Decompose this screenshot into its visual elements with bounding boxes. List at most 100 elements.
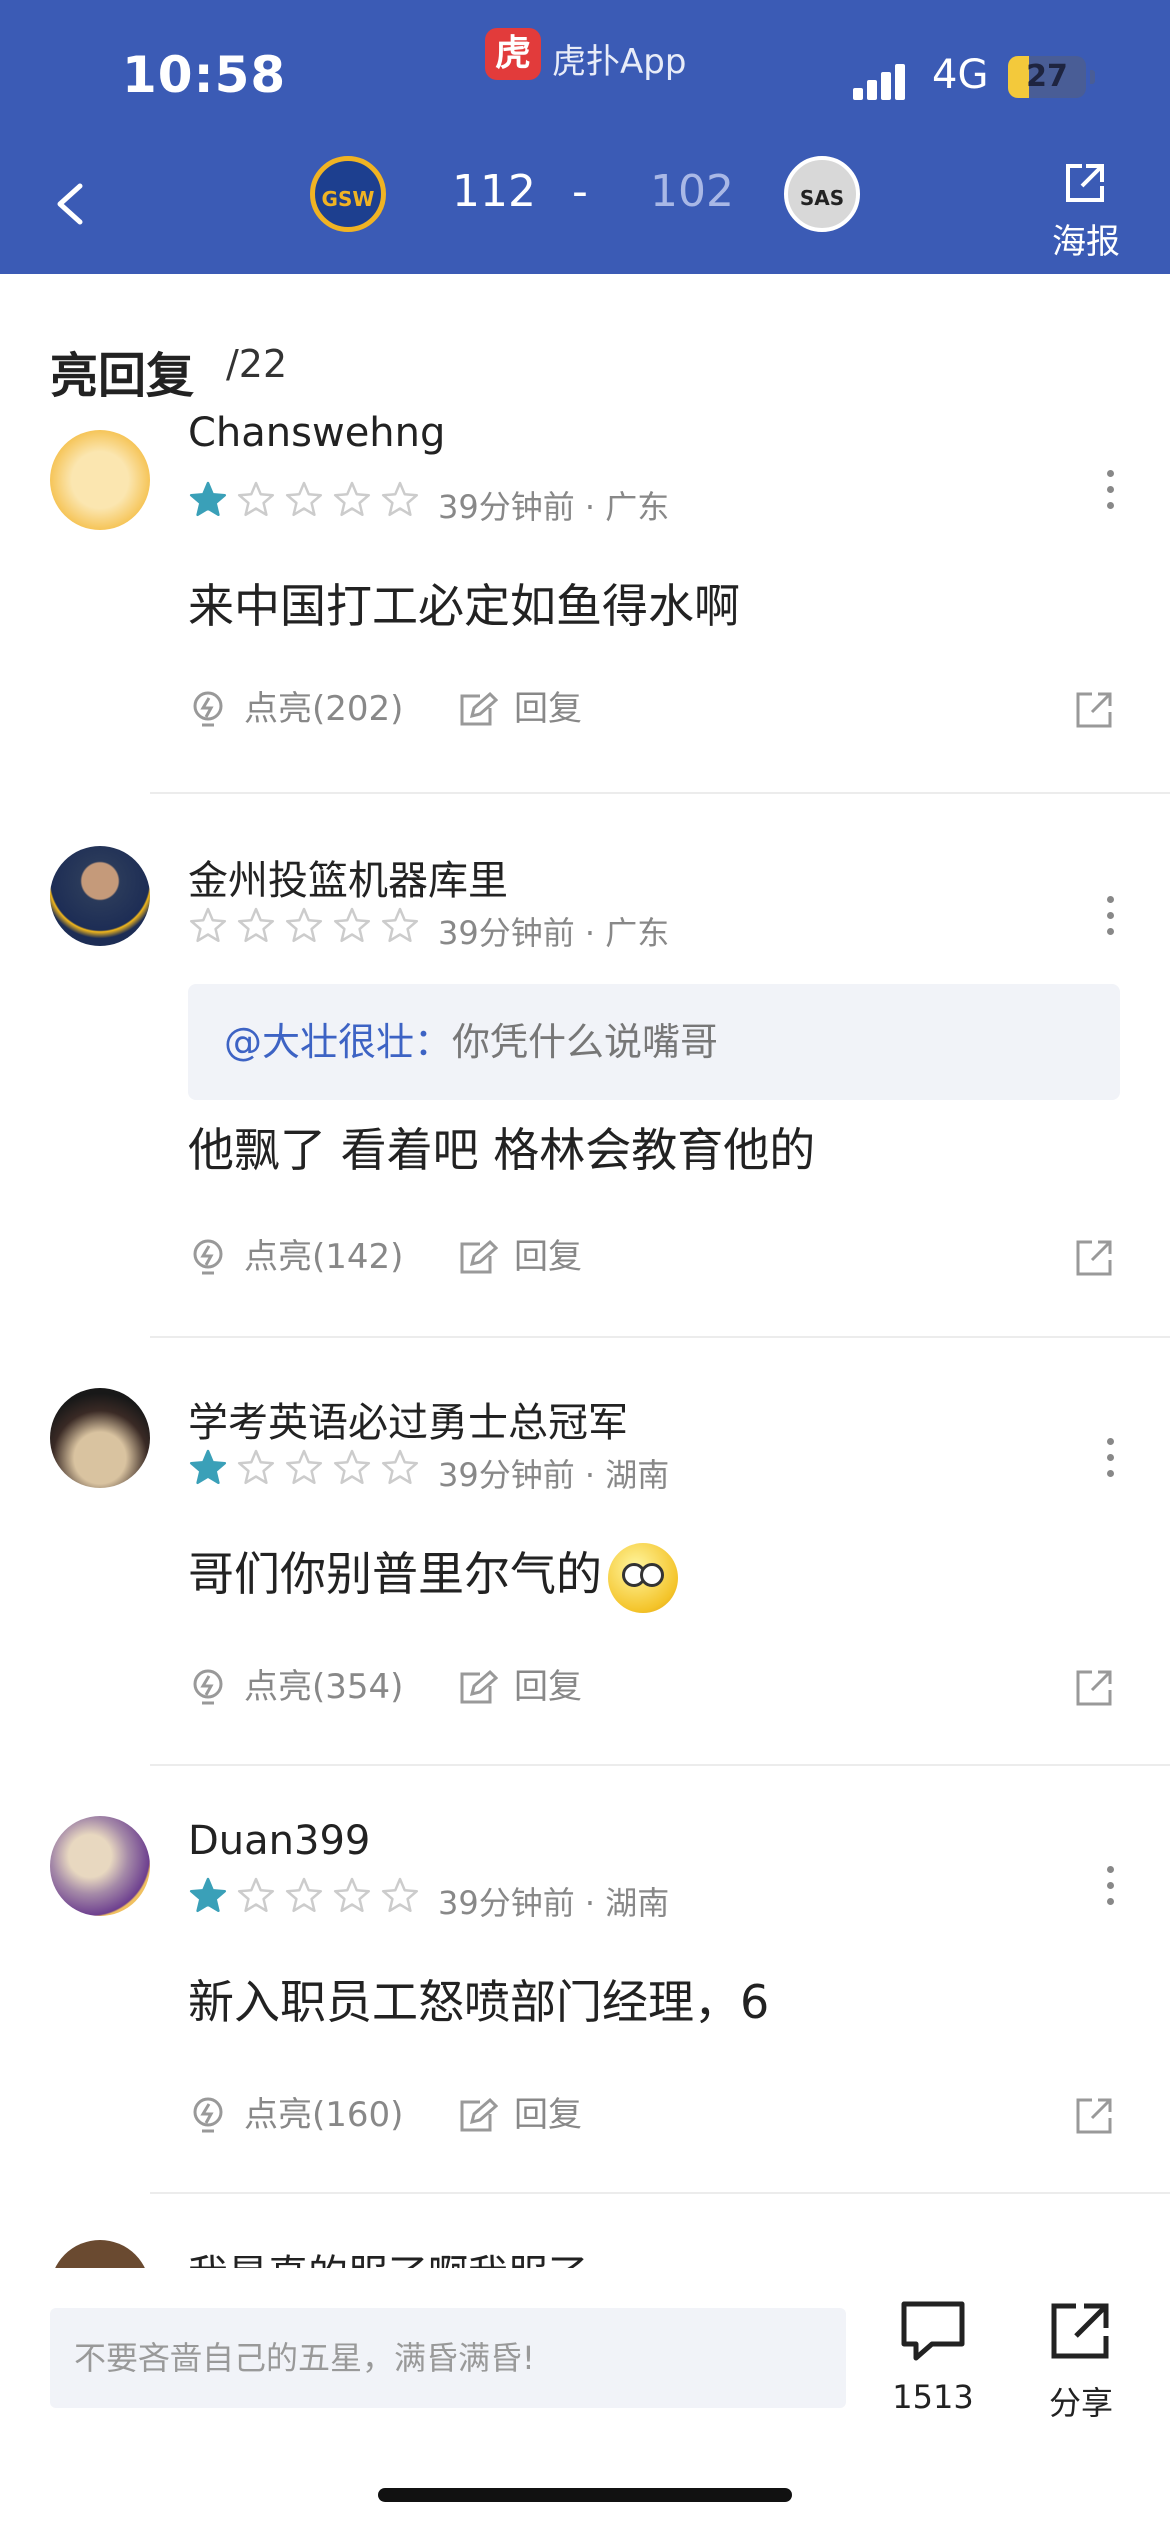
cellular-signal-icon (853, 60, 917, 100)
like-count: 点亮(142) (244, 1237, 404, 1277)
network-type: 4G (932, 52, 989, 98)
star-empty-icon (333, 481, 371, 517)
more-options-icon[interactable] (1100, 470, 1120, 526)
comment-meta: 39分钟前 · 湖南 (438, 1884, 670, 1922)
comment-meta: 39分钟前 · 广东 (438, 488, 670, 526)
star-empty-icon (285, 1877, 323, 1913)
comment-text: 新入职员工怒喷部门经理，6 (188, 1975, 770, 2029)
star-empty-icon (285, 481, 323, 517)
comment-input[interactable]: 不要吝啬自己的五星，满昏满昏! (50, 2308, 846, 2408)
comment-bubble-icon (901, 2301, 965, 2361)
comment-username[interactable]: 学考英语必过勇士总冠军 (188, 1390, 628, 1448)
comment-username[interactable]: 金州投篮机器库里 (188, 848, 508, 906)
star-empty-icon (333, 1877, 371, 1913)
star-rating (188, 906, 428, 946)
comment-divider (150, 792, 1170, 794)
star-empty-icon (237, 1449, 275, 1485)
share-comment-button[interactable] (1074, 684, 1118, 734)
lightbulb-icon (193, 691, 223, 727)
comment-actions: 点亮(160) 回复 (188, 2090, 1118, 2140)
away-score: 102 (650, 166, 734, 217)
comment-text-content: 哥们你别普里尔气的 (188, 1547, 602, 1601)
comment-item: Chanswehng 39分钟前 · 广东 来中国打工必定如鱼得水啊 点亮(20… (0, 410, 1170, 796)
battery-level: 27 (1026, 59, 1068, 94)
comment-actions: 点亮(354) 回复 (188, 1662, 1118, 1712)
quoted-reply[interactable]: @大壮很壮：你凭什么说嘴哥 (188, 984, 1120, 1100)
share-comment-button[interactable] (1074, 1662, 1118, 1712)
star-rating (188, 1448, 428, 1488)
comment-divider (150, 1336, 1170, 1338)
avatar[interactable] (50, 1388, 150, 1488)
comments-button[interactable]: 1513 (878, 2298, 988, 2448)
share-label: 分享 (1048, 2384, 1113, 2422)
avatar[interactable] (50, 2240, 150, 2270)
comment-username[interactable]: 我是真的服了啊我服了 (188, 2242, 588, 2270)
battery-icon: 27 (1008, 56, 1086, 98)
reply-label: 回复 (514, 2095, 582, 2135)
battery-tip (1090, 70, 1095, 84)
quote-text: 你凭什么说嘴哥 (452, 1020, 719, 1064)
share-out-icon (1076, 1670, 1112, 1706)
flushed-face-emoji-icon (608, 1542, 678, 1613)
more-options-icon[interactable] (1100, 1438, 1120, 1494)
avatar[interactable] (50, 1816, 150, 1916)
gsw-team-logo[interactable]: GSW (310, 156, 386, 232)
comment-username[interactable]: Duan399 (188, 1818, 370, 1864)
back-arrow-icon[interactable] (50, 180, 90, 228)
star-rating (188, 1876, 428, 1916)
poster-share-icon[interactable] (1062, 160, 1108, 206)
home-score: 112 (452, 166, 536, 217)
star-empty-icon (333, 1449, 371, 1485)
star-empty-icon (381, 481, 419, 517)
home-indicator[interactable] (378, 2488, 792, 2502)
comment-text: 他飘了 看着吧 格林会教育他的 (188, 1123, 816, 1177)
game-header: 10:58 虎 虎扑App 4G 27 GSW 112 - 102 SAS 海报 (0, 0, 1170, 274)
sas-team-logo[interactable]: SAS (784, 156, 860, 232)
star-filled-icon (189, 1449, 227, 1485)
comment-username[interactable]: Chanswehng (188, 410, 445, 456)
share-comment-button[interactable] (1074, 1232, 1118, 1282)
comment-count: 1513 (892, 2378, 974, 2416)
star-empty-icon (381, 907, 419, 943)
like-count: 点亮(160) (244, 2095, 404, 2135)
section-count: /22 (226, 342, 288, 386)
star-empty-icon (381, 1449, 419, 1485)
share-out-icon (1076, 692, 1112, 728)
lightbulb-icon (193, 1669, 223, 1705)
star-empty-icon (189, 907, 227, 943)
star-rating (188, 480, 428, 520)
avatar[interactable] (50, 846, 150, 946)
lightbulb-icon (193, 1239, 223, 1275)
hupu-app-icon[interactable]: 虎 (485, 28, 541, 80)
star-empty-icon (285, 907, 323, 943)
more-options-icon[interactable] (1100, 1866, 1120, 1922)
comment-actions: 点亮(202) 回复 (188, 684, 1118, 734)
edit-reply-icon (460, 691, 498, 726)
comment-divider (150, 1764, 1170, 1766)
share-out-icon (1076, 2098, 1112, 2134)
quote-mention[interactable]: @大壮很壮： (224, 1020, 452, 1064)
share-button[interactable]: 分享 (1026, 2298, 1136, 2448)
poster-button-label[interactable]: 海报 (1052, 214, 1120, 263)
like-count: 点亮(354) (244, 1667, 404, 1707)
comment-item: 学考英语必过勇士总冠军 39分钟前 · 湖南 哥们你别普里尔气的 点亮(354)… (0, 1388, 1170, 1748)
edit-reply-icon (460, 1239, 498, 1274)
star-empty-icon (333, 907, 371, 943)
reply-label: 回复 (514, 1237, 582, 1277)
edit-reply-icon (460, 1669, 498, 1704)
star-empty-icon (285, 1449, 323, 1485)
share-icon (1051, 2303, 1109, 2359)
status-time: 10:58 (122, 46, 287, 104)
more-options-icon[interactable] (1100, 896, 1120, 952)
comment-meta: 39分钟前 · 广东 (438, 914, 670, 952)
score-separator: - (572, 166, 588, 217)
comment-item: 金州投篮机器库里 39分钟前 · 广东 @大壮很壮：你凭什么说嘴哥 他飘了 看着… (0, 846, 1170, 1316)
avatar[interactable] (50, 430, 150, 530)
back-to-app-label[interactable]: 虎扑App (552, 34, 686, 83)
share-out-icon (1076, 1240, 1112, 1276)
comment-text: 来中国打工必定如鱼得水啊 (188, 579, 740, 633)
share-comment-button[interactable] (1074, 2090, 1118, 2140)
star-empty-icon (381, 1877, 419, 1913)
comment-meta: 39分钟前 · 湖南 (438, 1456, 670, 1494)
comment-text: 哥们你别普里尔气的 (188, 1538, 678, 1613)
